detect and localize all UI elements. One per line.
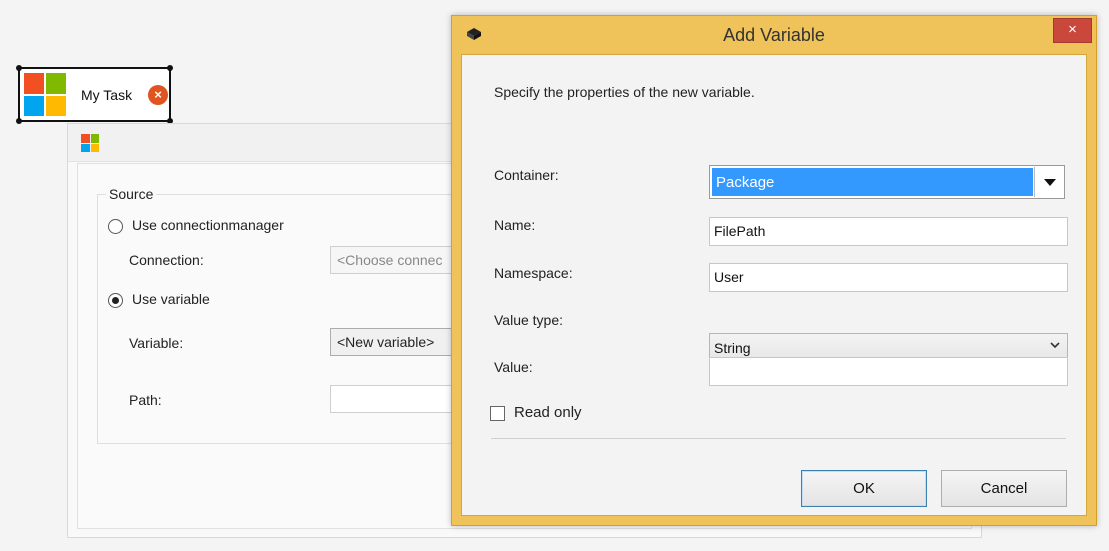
resize-handle-top-right[interactable] (167, 65, 173, 71)
container-dropdown-button[interactable] (1034, 167, 1063, 197)
close-button[interactable]: × (1053, 18, 1092, 43)
source-legend: Source (106, 186, 157, 202)
read-only-label[interactable]: Read only (514, 404, 582, 421)
dialog-description: Specify the properties of the new variab… (494, 84, 755, 100)
use-variable-label[interactable]: Use variable (132, 291, 210, 307)
dialog-title: Add Variable (723, 25, 825, 45)
namespace-field[interactable]: User (709, 263, 1068, 292)
task-name: My Task (81, 87, 133, 103)
use-connectionmanager-radio[interactable] (108, 219, 123, 234)
connection-label: Connection: (129, 252, 204, 268)
use-connectionmanager-label[interactable]: Use connectionmanager (132, 217, 284, 233)
cancel-button[interactable]: Cancel (941, 470, 1067, 507)
add-variable-dialog: Add Variable × Specify the properties of… (451, 15, 1097, 526)
resize-handle-top-left[interactable] (16, 65, 22, 71)
namespace-label: Namespace: (494, 265, 573, 281)
task-component[interactable]: My Task × (16, 65, 173, 124)
name-label: Name: (494, 217, 536, 233)
error-x-icon: × (148, 85, 168, 105)
container-label: Container: (494, 167, 559, 183)
value-field[interactable] (709, 357, 1068, 386)
value-type-selected: String (714, 340, 751, 356)
separator (491, 438, 1066, 439)
use-variable-radio[interactable] (108, 293, 123, 308)
resize-handle-bottom-left[interactable] (16, 118, 22, 124)
source-group: Source Use connectionmanager Connection:… (97, 186, 498, 444)
container-select[interactable]: Package (709, 165, 1065, 199)
editor-logo-icon (81, 134, 99, 152)
close-icon: × (1068, 21, 1077, 38)
variable-label: Variable: (129, 335, 184, 351)
ok-button[interactable]: OK (801, 470, 927, 507)
container-selected-value: Package (712, 168, 1033, 196)
name-field[interactable]: FilePath (709, 217, 1068, 246)
dialog-client-area: Specify the properties of the new variab… (461, 54, 1087, 516)
chevron-down-icon (1050, 342, 1060, 349)
read-only-checkbox[interactable] (490, 406, 505, 421)
task-logo-icon (24, 73, 66, 116)
value-label: Value: (494, 359, 533, 375)
path-label: Path: (129, 392, 162, 408)
value-type-label: Value type: (494, 312, 564, 328)
